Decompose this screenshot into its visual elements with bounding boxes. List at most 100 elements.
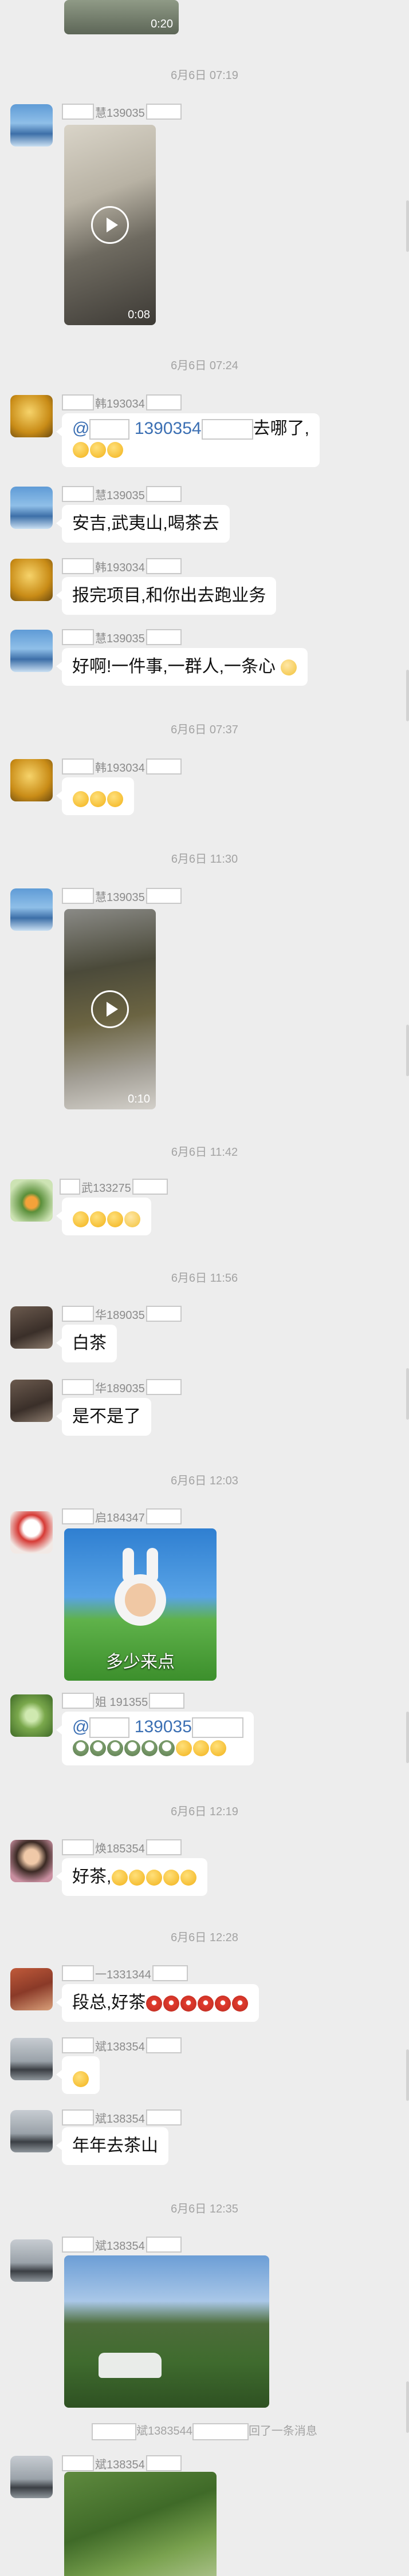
timestamp: 6月6日 07:24 <box>171 359 238 372</box>
video-duration: 0:10 <box>128 1093 150 1105</box>
avatar[interactable] <box>10 1179 53 1222</box>
avatar[interactable] <box>10 395 53 437</box>
mention-link[interactable]: @ 1390354 <box>72 419 253 440</box>
avatar[interactable] <box>10 2239 53 2282</box>
message-bubble[interactable]: 段总,好茶 <box>56 1984 259 2022</box>
thumbs-up-icon <box>180 1870 197 1886</box>
victory-hand-icon <box>124 1211 140 1228</box>
avatar[interactable] <box>10 559 53 601</box>
video-message[interactable]: 0:10 <box>64 909 156 1109</box>
thumbs-up-icon <box>112 1870 128 1886</box>
sender-name: 斌138354 <box>62 2037 182 2054</box>
rice-bowl-icon <box>124 1740 140 1757</box>
scrollbar-thumb[interactable] <box>406 200 409 252</box>
timestamp: 6月6日 07:19 <box>171 69 238 82</box>
sender-name: 斌138354 <box>62 2109 182 2126</box>
video-duration: 0:20 <box>151 18 173 30</box>
heart-hands-icon <box>281 659 297 676</box>
avatar[interactable] <box>10 1694 53 1737</box>
play-icon[interactable] <box>91 990 129 1028</box>
sender-name: 华189035 <box>62 1305 182 1322</box>
message-bubble[interactable]: 好啊!一件事,一群人,一条心 <box>56 648 308 686</box>
thumbs-up-icon <box>90 1211 106 1228</box>
sender-name: 韩193034 <box>62 558 182 575</box>
scrollbar-thumb[interactable] <box>406 670 409 721</box>
smile-icon <box>90 791 106 808</box>
sender-name: 姐 191355 <box>62 1692 185 1709</box>
video-duration: 0:08 <box>128 309 150 321</box>
thumbs-up-icon <box>107 1211 123 1228</box>
play-icon[interactable] <box>91 206 129 244</box>
sender-name: 华189035 <box>62 1378 182 1396</box>
sender-name: 韩193034 <box>62 394 182 411</box>
video-message[interactable]: 0:08 <box>64 125 156 325</box>
message-bubble[interactable] <box>56 2056 100 2094</box>
message-bubble[interactable]: @ 139035 <box>56 1712 254 1765</box>
message-bubble[interactable]: 白茶 <box>56 1325 117 1362</box>
sticker-message[interactable]: 多少来点 <box>64 1528 217 1681</box>
message-bubble[interactable]: 是不是了 <box>56 1398 151 1436</box>
avatar[interactable] <box>10 1511 53 1554</box>
avatar[interactable] <box>10 1840 53 1882</box>
video-message[interactable]: 0:20 <box>64 0 179 34</box>
timestamp: 6月6日 11:30 <box>171 853 238 866</box>
message-bubble[interactable] <box>56 1198 151 1235</box>
thumbs-up-icon <box>107 442 123 459</box>
scrollbar-thumb[interactable] <box>406 1712 409 1763</box>
avatar[interactable] <box>10 2456 53 2498</box>
sticker-caption: 多少来点 <box>106 1653 175 1672</box>
timestamp: 6月6日 12:28 <box>171 1931 238 1944</box>
scrollbar-thumb[interactable] <box>406 1368 409 1420</box>
timestamp: 6月6日 11:42 <box>171 1146 238 1159</box>
avatar[interactable] <box>10 1380 53 1422</box>
car-shape <box>99 2353 162 2378</box>
sender-name: 启184347 <box>62 1508 182 1525</box>
rice-bowl-icon <box>73 1740 89 1757</box>
thumbs-up-icon <box>90 442 106 459</box>
thumbs-up-icon <box>129 1870 145 1886</box>
timestamp: 6月6日 12:19 <box>171 1805 238 1818</box>
red-face-icon <box>215 1996 231 2012</box>
avatar[interactable] <box>10 2110 53 2152</box>
mention-link[interactable]: @ 139035 <box>72 1717 243 1739</box>
sender-name: 韩193034 <box>62 758 182 775</box>
message-bubble[interactable] <box>56 777 134 815</box>
recall-notice: 斌1383544 回了一条消息 <box>0 2421 409 2440</box>
avatar[interactable] <box>10 630 53 672</box>
thumbs-up-icon <box>73 1211 89 1228</box>
sender-name: 慧139035 <box>62 103 182 120</box>
smile-icon <box>107 791 123 808</box>
sender-name: 慧139035 <box>62 629 182 646</box>
red-face-icon <box>198 1996 214 2012</box>
avatar[interactable] <box>10 1306 53 1349</box>
red-face-icon <box>163 1996 180 2012</box>
scrollbar-thumb[interactable] <box>406 1025 409 1076</box>
sender-name: 斌138354 <box>62 2455 182 2472</box>
avatar[interactable] <box>10 2038 53 2080</box>
timestamp: 6月6日 12:35 <box>171 2203 238 2215</box>
sender-name: 武133275 <box>60 1178 168 1195</box>
sender-name: 慧139035 <box>62 887 182 904</box>
grin-icon <box>73 2071 89 2088</box>
smile-icon <box>73 791 89 808</box>
avatar[interactable] <box>10 487 53 529</box>
message-bubble[interactable]: 年年去茶山 <box>56 2127 168 2165</box>
sender-name: 斌138354 <box>62 2236 182 2253</box>
sender-name: 焕185354 <box>62 1839 182 1856</box>
image-message[interactable] <box>64 2255 269 2408</box>
message-bubble[interactable]: 好茶, <box>56 1858 208 1896</box>
image-message[interactable] <box>64 2472 217 2576</box>
chat-scrollbar[interactable] <box>404 0 409 2576</box>
message-bubble[interactable]: 安吉,武夷山,喝茶去 <box>56 505 230 543</box>
thumbs-up-icon <box>193 1740 209 1757</box>
rice-bowl-icon <box>141 1740 158 1757</box>
avatar[interactable] <box>10 104 53 147</box>
rice-bowl-icon <box>90 1740 106 1757</box>
avatar[interactable] <box>10 759 53 801</box>
thumbs-up-icon <box>73 442 89 459</box>
avatar[interactable] <box>10 888 53 931</box>
message-bubble[interactable]: 报完项目,和你出去跑业务 <box>56 577 277 615</box>
message-bubble[interactable]: @ 1390354 去哪了, <box>56 413 320 467</box>
scrollbar-thumb[interactable] <box>406 2049 409 2101</box>
avatar[interactable] <box>10 1968 53 2010</box>
